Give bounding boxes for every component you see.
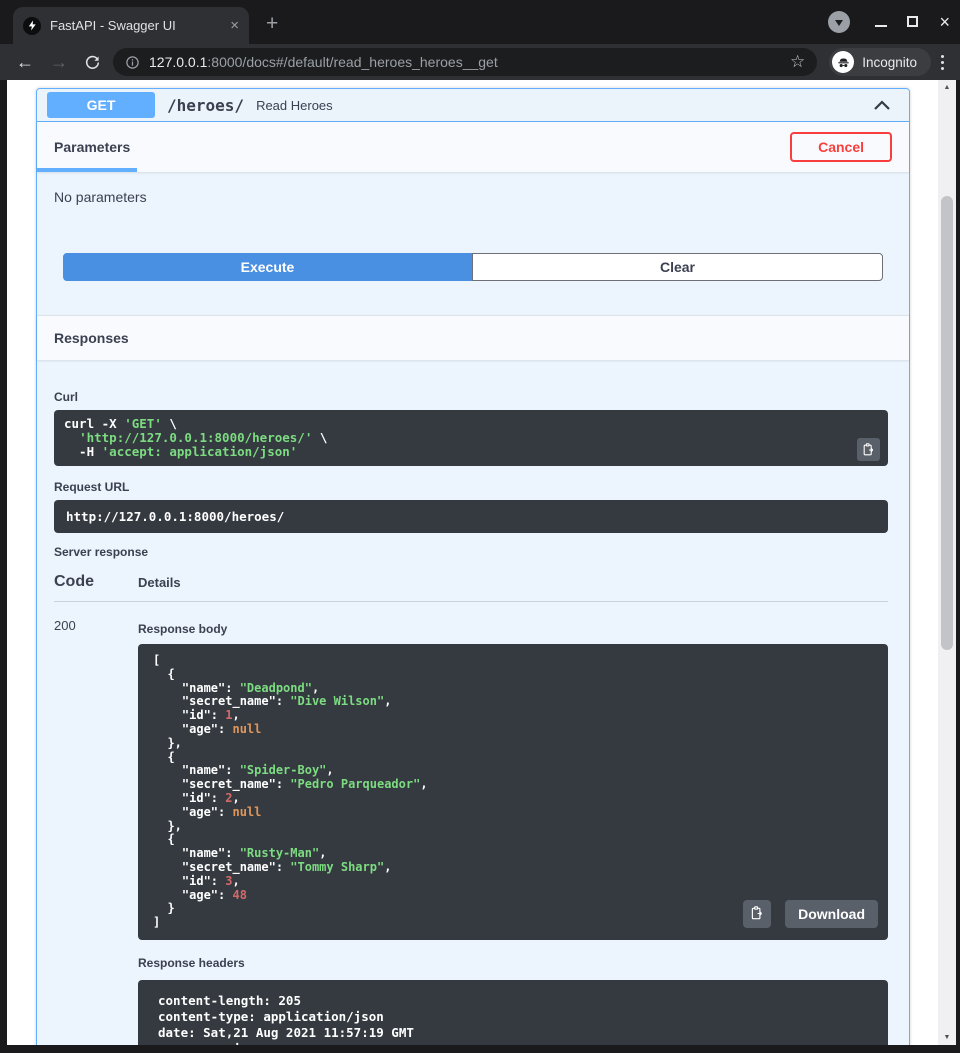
tab-title: FastAPI - Swagger UI xyxy=(50,18,224,33)
response-body-label: Response body xyxy=(138,622,888,636)
execute-row: Execute Clear xyxy=(63,253,883,281)
request-url-label: Request URL xyxy=(54,480,888,494)
curl-command-code: curl -X 'GET' \ 'http://127.0.0.1:8000/h… xyxy=(64,417,878,459)
copy-response-button[interactable] xyxy=(743,900,771,928)
responses-header: Responses xyxy=(37,315,909,360)
incognito-label: Incognito xyxy=(862,55,917,70)
code-column-header: Code xyxy=(54,573,138,591)
response-headers-block: content-length: 205content-type: applica… xyxy=(138,980,888,1045)
fastapi-favicon-icon xyxy=(23,17,41,35)
window-maximize-button[interactable] xyxy=(907,16,918,27)
copy-curl-button[interactable] xyxy=(857,438,880,461)
new-tab-button[interactable]: + xyxy=(266,12,278,36)
response-headers-label: Response headers xyxy=(138,956,888,970)
parameters-title: Parameters xyxy=(54,139,130,155)
opblock-summary[interactable]: GET /heroes/ Read Heroes xyxy=(37,89,909,122)
details-column-header: Details xyxy=(138,575,181,590)
responses-title: Responses xyxy=(54,330,129,346)
parameters-header: Parameters Cancel xyxy=(37,122,909,172)
address-bar[interactable]: 127.0.0.1:8000/docs#/default/read_heroes… xyxy=(113,48,817,76)
browser-menu-button[interactable] xyxy=(941,55,944,70)
active-tab-underline xyxy=(37,168,137,172)
request-url-value: http://127.0.0.1:8000/heroes/ xyxy=(66,509,876,524)
bookmark-star-icon[interactable]: ☆ xyxy=(782,52,805,72)
opblock-get-heroes: GET /heroes/ Read Heroes Parameters Canc… xyxy=(36,88,910,1045)
response-table-header: Code Details xyxy=(54,573,888,602)
url-path: :8000/docs#/default/read_heroes_heroes__… xyxy=(207,54,497,70)
http-method-badge: GET xyxy=(47,92,155,118)
curl-label: Curl xyxy=(54,390,888,404)
response-details: Response body [ { "name": "Deadpond", "s… xyxy=(138,616,888,1045)
scroll-down-arrow-icon[interactable]: ▼ xyxy=(938,1034,956,1041)
execute-button[interactable]: Execute xyxy=(63,253,472,281)
endpoint-path: /heroes/ xyxy=(167,96,244,115)
incognito-icon xyxy=(832,51,854,73)
server-response-label: Server response xyxy=(54,545,888,559)
endpoint-summary: Read Heroes xyxy=(256,98,865,113)
tab-close-icon[interactable]: × xyxy=(230,17,239,34)
response-body-actions: Download xyxy=(743,900,878,928)
back-button[interactable]: ← xyxy=(16,53,34,71)
response-body-block: [ { "name": "Deadpond", "secret_name": "… xyxy=(138,644,888,940)
parameters-body: No parameters Execute Clear xyxy=(37,172,909,315)
forward-button[interactable]: → xyxy=(50,53,68,71)
cancel-button[interactable]: Cancel xyxy=(790,132,892,162)
browser-titlebar: FastAPI - Swagger UI × + × xyxy=(0,0,960,44)
no-parameters-text: No parameters xyxy=(54,189,892,205)
curl-command-block: curl -X 'GET' \ 'http://127.0.0.1:8000/h… xyxy=(54,410,888,466)
url-host: 127.0.0.1 xyxy=(149,54,207,70)
scroll-up-arrow-icon[interactable]: ▲ xyxy=(938,84,956,91)
clear-button[interactable]: Clear xyxy=(472,253,883,281)
caret-down-icon xyxy=(835,20,843,26)
response-row-200: 200 Response body [ { "name": "Deadpond"… xyxy=(54,602,888,1045)
status-code: 200 xyxy=(54,616,138,1045)
response-body-code: [ { "name": "Deadpond", "secret_name": "… xyxy=(153,654,873,930)
browser-tab[interactable]: FastAPI - Swagger UI × xyxy=(13,7,249,44)
scrollbar-thumb[interactable] xyxy=(941,196,953,650)
response-headers-code: content-length: 205content-type: applica… xyxy=(158,993,868,1045)
download-button[interactable]: Download xyxy=(785,900,878,928)
window-close-button[interactable]: × xyxy=(939,11,950,33)
responses-body: Curl curl -X 'GET' \ 'http://127.0.0.1:8… xyxy=(37,360,909,1045)
collapse-chevron-up-icon[interactable] xyxy=(865,96,899,115)
reload-button[interactable] xyxy=(84,54,101,71)
incognito-badge: Incognito xyxy=(829,48,931,76)
page-scrollbar[interactable]: ▲ ▼ xyxy=(938,80,956,1045)
swagger-page: GET /heroes/ Read Heroes Parameters Canc… xyxy=(7,80,938,1045)
site-info-icon[interactable] xyxy=(125,55,140,70)
browser-toolbar: ← → 127.0.0.1:8000/docs#/default/read_he… xyxy=(0,44,960,80)
window-minimize-button[interactable] xyxy=(875,25,887,27)
tab-search-button[interactable] xyxy=(828,11,850,33)
request-url-block: http://127.0.0.1:8000/heroes/ xyxy=(54,500,888,533)
